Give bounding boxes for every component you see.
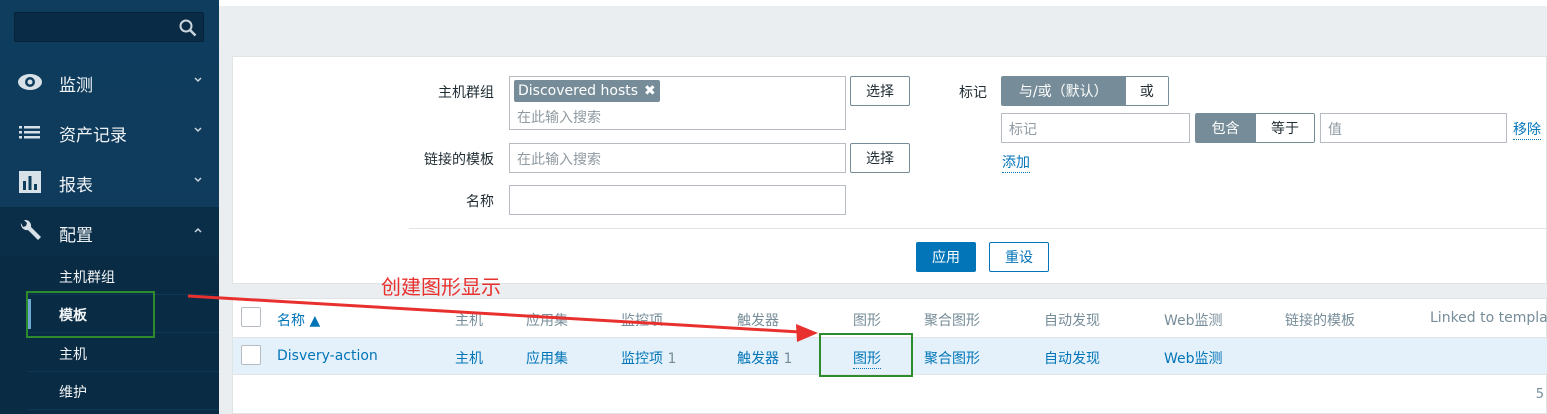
annotation-arrow <box>187 294 818 342</box>
